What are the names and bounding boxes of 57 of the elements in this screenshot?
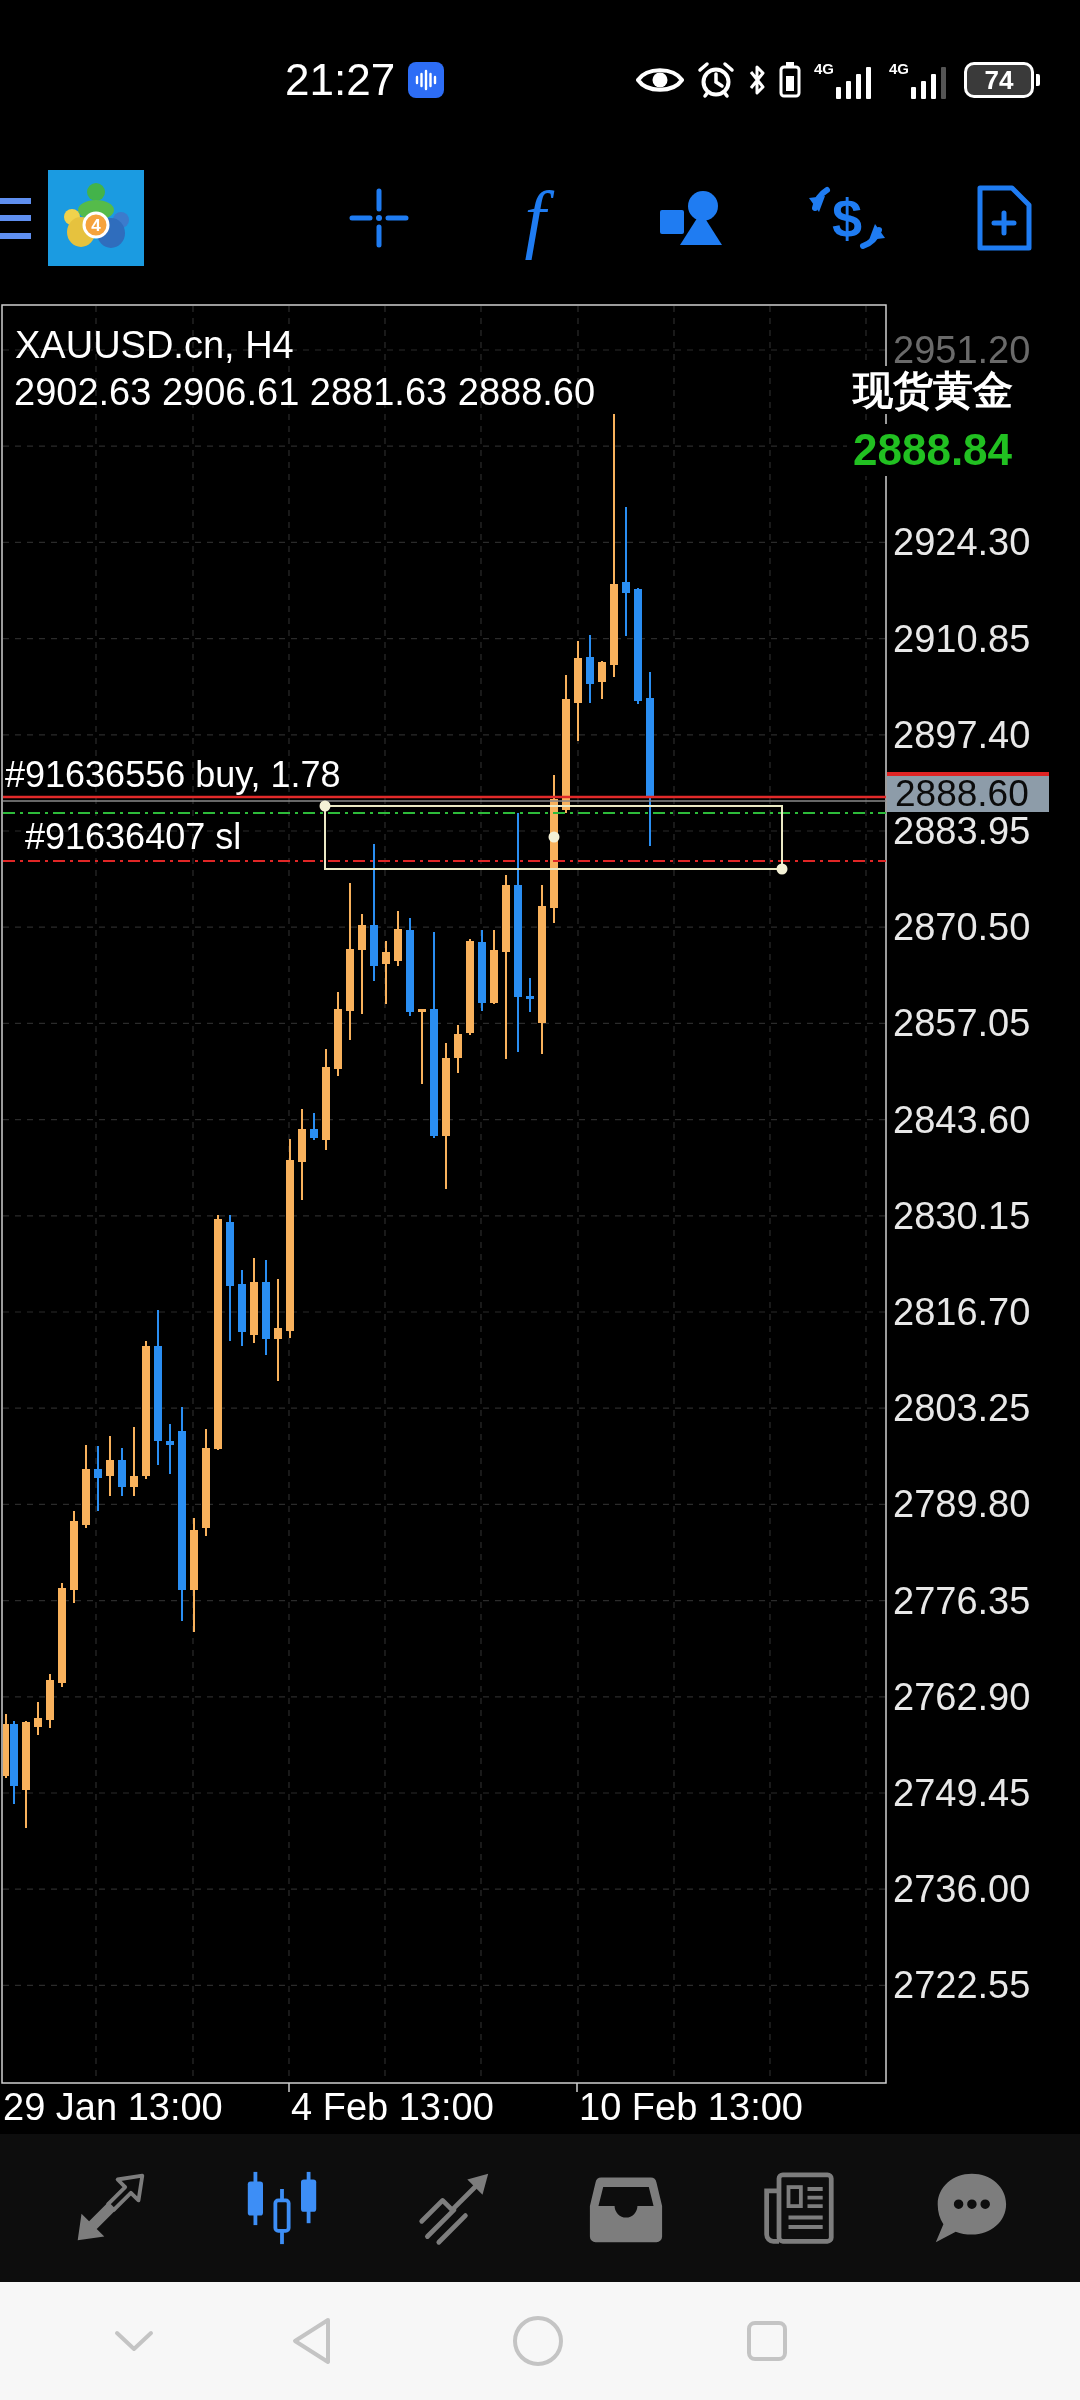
price-axis-label: 2924.30 — [893, 523, 1031, 562]
price-axis-label: 2749.45 — [893, 1774, 1031, 1812]
price-axis-label: 2722.55 — [893, 1966, 1031, 2005]
anchor-point-icon[interactable] — [776, 863, 788, 875]
current-price-label: 2888.60 — [887, 772, 1049, 812]
crosshair-icon — [349, 188, 409, 248]
order-label[interactable]: #91636407 sl — [25, 819, 242, 855]
waveform-icon — [408, 62, 445, 98]
falling-candle — [310, 1113, 318, 1140]
price-axis-label: 2897.40 — [893, 715, 1031, 754]
rising-candle — [130, 1427, 138, 1496]
time-axis-label: 4 Feb 13:00 — [291, 2088, 494, 2126]
falling-candle — [166, 1424, 174, 1474]
price-axis-label: 2816.70 — [893, 1293, 1031, 1331]
price-axis-label: 2910.85 — [893, 619, 1031, 658]
time-axis-label: 29 Jan 13:00 — [3, 2088, 223, 2126]
symbol-label: XAUUSD.cn, H4 — [15, 326, 294, 364]
anchor-point-icon[interactable] — [319, 800, 331, 812]
rising-candle — [46, 1674, 54, 1728]
price-axis-label: 2736.00 — [893, 1870, 1031, 1909]
price-axis-label: 2870.50 — [893, 908, 1031, 947]
alarm-clock-icon — [696, 61, 735, 99]
price-axis-label: 2857.05 — [893, 1004, 1031, 1043]
falling-candle — [526, 978, 534, 1012]
time-axis-label: 10 Feb 13:00 — [579, 2088, 803, 2126]
rising-candle — [394, 911, 402, 966]
anchor-point-icon[interactable] — [548, 831, 560, 843]
rising-candle — [34, 1702, 42, 1735]
price-axis-label: 2789.80 — [893, 1485, 1031, 1524]
menu-icon[interactable] — [0, 197, 31, 239]
falling-candle — [94, 1446, 102, 1511]
price-axis-label: 2951.20 — [893, 331, 1031, 369]
bluetooth-icon — [747, 63, 766, 97]
ohlc-values: 2902.63 2906.61 2881.63 2888.60 — [14, 373, 596, 411]
falling-candle — [586, 635, 594, 703]
network-type-label: 4G — [889, 61, 909, 76]
trade-button[interactable]: $ — [807, 178, 887, 258]
rising-candle — [106, 1436, 114, 1496]
price-axis-label: 2883.95 — [893, 812, 1031, 850]
indicators-button[interactable]: f — [495, 178, 575, 258]
network-type-label: 4G — [813, 61, 834, 76]
status-time: 21:27 — [285, 58, 396, 102]
falling-candle — [118, 1448, 126, 1496]
battery-indicator: 74 — [964, 62, 1040, 98]
rising-candle — [598, 661, 606, 699]
device-battery-icon — [778, 62, 801, 98]
rising-candle — [454, 1025, 462, 1073]
shapes-icon — [660, 190, 722, 246]
rising-candle — [382, 941, 390, 1004]
price-axis-label: 2830.15 — [893, 1196, 1031, 1235]
price-axis-label: 2843.60 — [893, 1100, 1031, 1139]
price-axis-label: 2762.90 — [893, 1677, 1031, 1716]
rectangle-object[interactable] — [324, 805, 783, 870]
order-label[interactable]: #91636556 buy, 1.78 — [5, 757, 341, 793]
price-axis-label: 2776.35 — [893, 1581, 1031, 1620]
rising-candle — [3, 1714, 9, 1778]
price-axis-label: 2803.25 — [893, 1389, 1031, 1428]
